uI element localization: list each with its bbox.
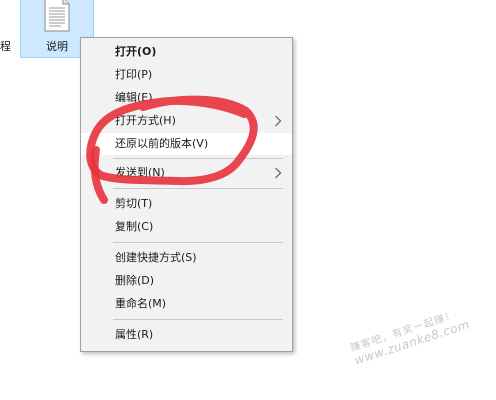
menu-separator — [113, 319, 283, 320]
menu-item-restore-previous-versions[interactable]: 还原以前的版本(V) — [81, 133, 292, 155]
menu-separator — [113, 158, 283, 159]
menu-item-open[interactable]: 打开(O) — [81, 41, 292, 63]
chevron-right-icon — [275, 115, 282, 127]
menu-item-delete[interactable]: 删除(D) — [81, 270, 292, 292]
context-menu: 打开(O) 打印(P) 编辑(E) 打开方式(H) 还原以前的版本(V) 发送到… — [80, 37, 293, 352]
desktop: 程 说明 打开(O) 打印(P) 编辑(E) 打开方式(H) 还原以前的版本(V… — [0, 0, 496, 400]
menu-item-copy[interactable]: 复制(C) — [81, 216, 292, 238]
menu-item-label: 属性(R) — [115, 328, 154, 341]
partial-file-label[interactable]: 程 — [0, 38, 11, 54]
menu-item-print[interactable]: 打印(P) — [81, 64, 292, 86]
menu-item-label: 删除(D) — [115, 274, 155, 287]
menu-item-label: 发送到(N) — [115, 166, 165, 179]
menu-item-label: 复制(C) — [115, 220, 154, 233]
menu-item-label: 还原以前的版本(V) — [115, 137, 209, 150]
menu-separator — [113, 242, 283, 243]
menu-item-open-with[interactable]: 打开方式(H) — [81, 110, 292, 132]
menu-item-properties[interactable]: 属性(R) — [81, 324, 292, 346]
menu-item-cut[interactable]: 剪切(T) — [81, 193, 292, 215]
menu-item-label: 重命名(M) — [115, 297, 167, 310]
menu-item-rename[interactable]: 重命名(M) — [81, 293, 292, 315]
menu-item-label: 创建快捷方式(S) — [115, 251, 197, 264]
menu-item-label: 剪切(T) — [115, 197, 153, 210]
menu-item-label: 打印(P) — [115, 68, 153, 81]
menu-item-send-to[interactable]: 发送到(N) — [81, 162, 292, 184]
text-document-icon — [44, 0, 70, 32]
menu-item-label: 编辑(E) — [115, 91, 153, 104]
menu-item-create-shortcut[interactable]: 创建快捷方式(S) — [81, 247, 292, 269]
menu-item-edit[interactable]: 编辑(E) — [81, 87, 292, 109]
menu-separator — [113, 188, 283, 189]
watermark: 赚客吧，有奖一起赚！ www.zuanke8.com — [348, 303, 471, 368]
chevron-right-icon — [275, 167, 282, 179]
menu-item-label: 打开方式(H) — [115, 114, 176, 127]
menu-item-label: 打开(O) — [115, 45, 157, 58]
